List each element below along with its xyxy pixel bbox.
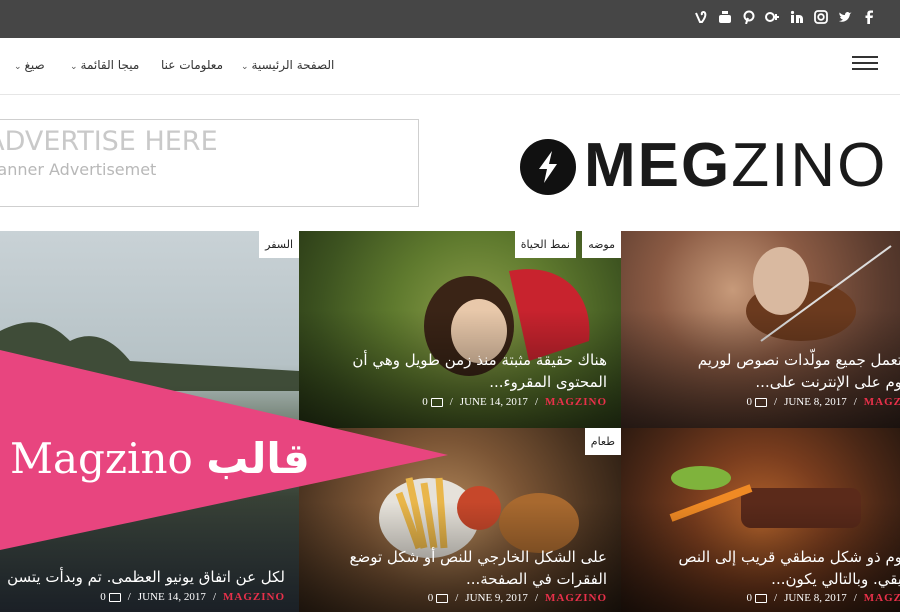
menu-item-about[interactable]: معلومات عنا (161, 58, 223, 72)
menu-item-mega-label: ميجا القائمة (80, 58, 140, 72)
menu-item-home[interactable]: الصفحة الرئيسية⌄ (241, 58, 334, 72)
post-date: JUNE 9, 2017 (465, 592, 528, 604)
post-date: JUNE 14, 2017 (459, 396, 528, 408)
post-author[interactable]: MAGZINO (223, 591, 285, 603)
category-badge[interactable]: نمط الحياة (514, 231, 576, 258)
comment-icon (108, 592, 121, 602)
google-plus-icon[interactable] (764, 8, 782, 26)
top-bar (0, 0, 900, 38)
menu-item-home-label: الصفحة الرئيسية (251, 58, 335, 72)
post-date: JUNE 8, 2017 (784, 592, 847, 604)
main-navbar: الصفحة الرئيسية⌄ معلومات عنا ميجا القائم… (0, 38, 900, 95)
instagram-icon[interactable] (812, 8, 830, 26)
comment-count: 0 (427, 592, 434, 604)
post-author[interactable]: MAGZ (864, 592, 900, 604)
post-date: JUNE 8, 2017 (784, 396, 847, 408)
menu-item-about-label: معلومات عنا (161, 58, 224, 72)
menu-item-forms-label: صيغ (24, 58, 45, 72)
promo-text-en: Magzino (10, 434, 193, 483)
post-author[interactable]: MAGZINO (545, 592, 607, 604)
comment-count: 0 (746, 592, 753, 604)
ad-banner[interactable]: o ADVERTISE HERE 90 Banner Advertisemet (0, 119, 419, 207)
comment-icon (755, 397, 767, 407)
comment-count: 0 (100, 591, 106, 603)
chevron-down-icon: ⌄ (14, 62, 22, 72)
social-links (692, 8, 878, 26)
post-author[interactable]: MAGZ (864, 396, 900, 408)
promo-text-ar: قالب (206, 434, 310, 483)
post-meta: 0/JUNE 8, 2017/MAGZ (746, 592, 900, 604)
comment-count: 0 (746, 396, 753, 408)
comment-icon (436, 593, 449, 603)
ad-subline: 90 Banner Advertisemet (0, 160, 157, 179)
bolt-icon[interactable] (520, 139, 576, 195)
menu-item-mega[interactable]: ميجا القائمة⌄ (70, 58, 139, 72)
post-date: JUNE 14, 2017 (137, 591, 206, 603)
logo-light: ZINO (731, 131, 888, 200)
category-badge[interactable]: طعام (584, 428, 621, 455)
post-card[interactable]: تعمل جميع مولّدات نصوص لوريم وم على الإنت… (621, 231, 900, 428)
comment-icon (755, 593, 767, 603)
post-title[interactable]: لكل عن اتفاق يونيو العظمى. تم وبدأت يتسن (7, 566, 285, 588)
post-title[interactable]: على الشكل الخارجي للنص أو شكل توضع الفقرا… (349, 546, 607, 590)
menu-item-forms[interactable]: صيغ⌄ (14, 58, 45, 72)
pinterest-icon[interactable] (740, 8, 758, 26)
post-title[interactable]: وم ذو شكل منطقي قريب إلى النص يقي. وبالتا… (679, 546, 900, 590)
chevron-down-icon: ⌄ (70, 62, 78, 72)
linkedin-icon[interactable] (788, 8, 806, 26)
post-meta: 0/JUNE 9, 2017/MAGZINO (427, 592, 607, 604)
facebook-icon[interactable] (860, 8, 878, 26)
post-title[interactable]: تعمل جميع مولّدات نصوص لوريم وم على الإنت… (698, 349, 900, 393)
post-meta: 0/JUNE 8, 2017/MAGZ (746, 396, 900, 408)
chevron-down-icon: ⌄ (241, 62, 249, 72)
logo-bold: MEG (584, 131, 732, 200)
post-meta: 0/JUNE 14, 2017/MAGZINO (100, 591, 285, 603)
ad-headline: o ADVERTISE HERE (0, 126, 218, 157)
promo-text: Magzino قالب (10, 434, 310, 483)
vine-icon[interactable] (692, 8, 710, 26)
hamburger-menu-icon[interactable] (852, 56, 878, 76)
site-logo[interactable]: MEGZINO (584, 130, 887, 202)
category-badge[interactable]: السفر (259, 231, 299, 258)
post-card[interactable]: وم ذو شكل منطقي قريب إلى النص يقي. وبالتا… (621, 428, 900, 612)
post-author[interactable]: MAGZINO (545, 396, 607, 408)
youtube-icon[interactable] (716, 8, 734, 26)
category-badge[interactable]: موضه (582, 231, 621, 258)
twitter-icon[interactable] (836, 8, 854, 26)
